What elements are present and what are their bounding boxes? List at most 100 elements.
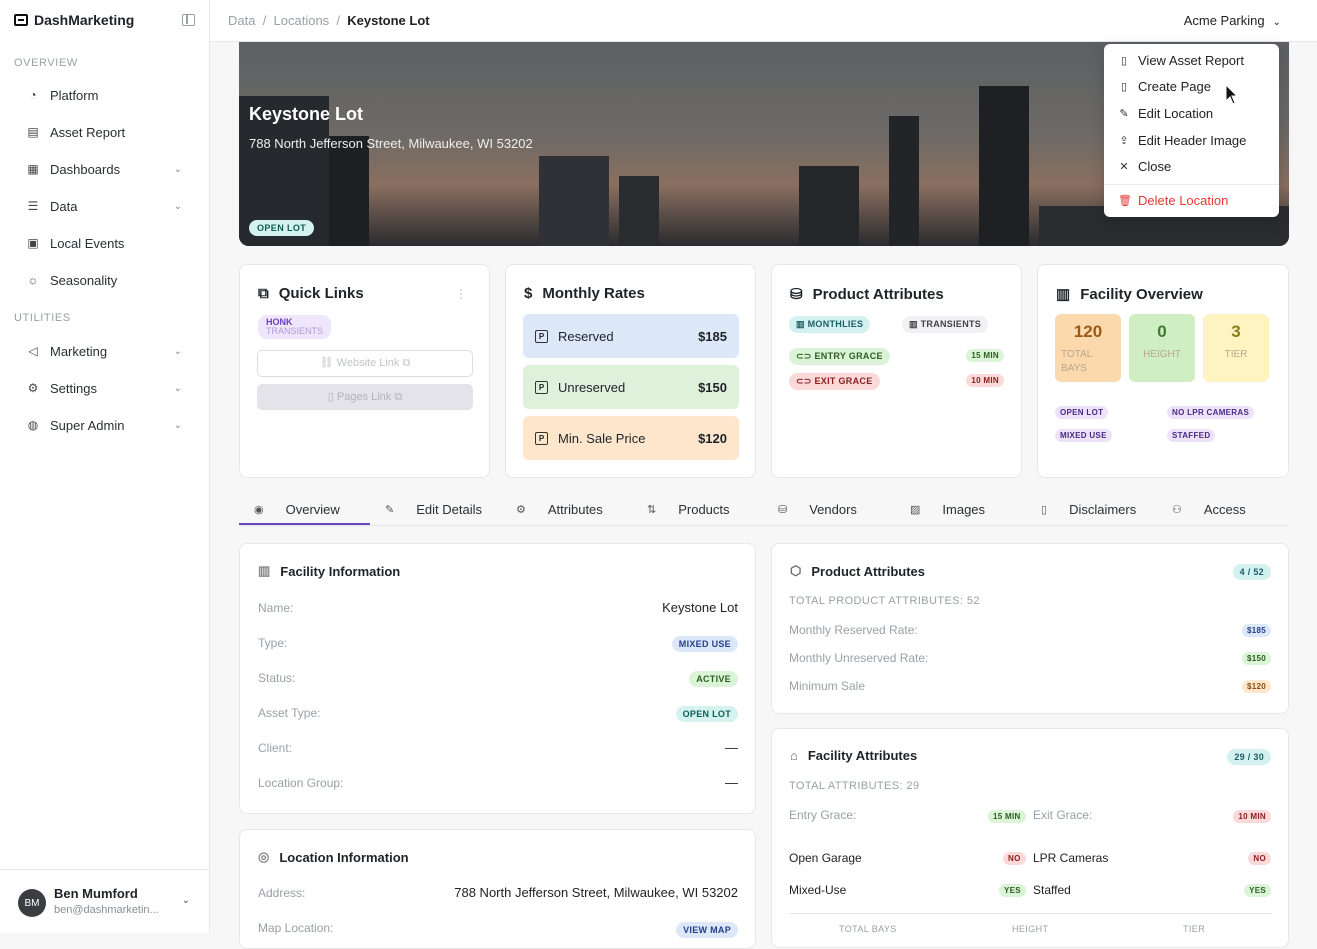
pages-link-button[interactable]: ▯ Pages Link ⧉ bbox=[257, 384, 473, 410]
sidebar-item-local-events[interactable]: ▣ Local Events bbox=[14, 227, 196, 259]
menu-item-edit-location[interactable]: ✎ Edit Location bbox=[1118, 106, 1213, 121]
users-icon: ⚇ bbox=[1172, 504, 1182, 516]
tag-no-lpr: NO LPR CAMERAS bbox=[1167, 406, 1255, 419]
megaphone-icon: ◁ bbox=[28, 344, 38, 358]
menu-item-create-page[interactable]: ▯ Create Page bbox=[1118, 79, 1211, 94]
chevron-down-icon: ⌄ bbox=[1272, 17, 1281, 28]
sidebar-item-settings[interactable]: ⚙ Settings ⌄ bbox=[14, 372, 196, 404]
field-label: Client: bbox=[258, 741, 293, 755]
honk-tag[interactable]: HONK TRANSIENTS bbox=[258, 315, 332, 339]
card-title-text: Facility Overview bbox=[1080, 285, 1203, 303]
sidebar-item-label: Dashboards bbox=[50, 161, 121, 177]
tab-images[interactable]: ▨ Images bbox=[910, 502, 985, 517]
menu-item-delete-location[interactable]: 🗑 Delete Location bbox=[1118, 193, 1228, 208]
dollar-icon: $ bbox=[524, 285, 533, 302]
location-address: 788 North Jefferson Street, Milwaukee, W… bbox=[249, 136, 533, 151]
sidebar-item-seasonality[interactable]: ☼ Seasonality bbox=[14, 264, 196, 296]
sun-icon: ☼ bbox=[27, 273, 39, 287]
product-attributes-card: ⛁ Product Attributes ▥ MONTHLIES ▥ TRANSI… bbox=[771, 264, 1022, 478]
field-value-address: 788 North Jefferson Street, Milwaukee, W… bbox=[454, 885, 738, 900]
menu-divider bbox=[1104, 184, 1279, 185]
rate-unreserved: P Unreserved $150 bbox=[523, 365, 739, 409]
sidebar-item-label: Asset Report bbox=[50, 124, 126, 140]
sidebar-item-data[interactable]: ☰ Data ⌄ bbox=[14, 190, 196, 222]
building-icon: ⌂ bbox=[790, 748, 798, 763]
chevron-down-icon: ⌄ bbox=[173, 419, 182, 431]
tab-access[interactable]: ⚇ Access bbox=[1172, 502, 1246, 517]
attr-value: 15 MIN bbox=[988, 810, 1026, 823]
sidebar-item-asset-report[interactable]: ▤ Asset Report bbox=[14, 116, 196, 148]
menu-item-label: Delete Location bbox=[1138, 193, 1229, 208]
tab-label: Overview bbox=[285, 502, 340, 517]
attr-label: Minimum Sale bbox=[789, 679, 866, 693]
tab-edit-details[interactable]: ✎ Edit Details bbox=[385, 502, 482, 517]
active-tab-indicator bbox=[239, 523, 370, 525]
sidebar-item-marketing[interactable]: ◁ Marketing ⌄ bbox=[14, 335, 196, 367]
chevron-down-icon: ⌄ bbox=[173, 382, 182, 394]
panel-title: ⬡ Product Attributes bbox=[790, 563, 925, 579]
sidebar-item-label: Data bbox=[50, 198, 78, 214]
divider bbox=[789, 913, 1272, 914]
tag-label: TRANSIENTS bbox=[920, 319, 982, 329]
tab-bar: ◉ Overview ✎ Edit Details ⚙ Attributes ⇅ Pro… bbox=[239, 494, 1289, 526]
tab-vendors[interactable]: ⛁ Vendors bbox=[778, 502, 857, 517]
rate-value: $185 bbox=[698, 328, 727, 344]
attr-value: 10 MIN bbox=[1233, 810, 1271, 823]
attr-value: NO bbox=[1003, 852, 1026, 865]
tab-label: Edit Details bbox=[416, 502, 482, 517]
breadcrumb-locations[interactable]: Locations bbox=[274, 13, 330, 28]
tab-overview[interactable]: ◉ Overview bbox=[254, 502, 340, 517]
tab-products[interactable]: ⇅ Products bbox=[647, 502, 730, 517]
document-icon: ▯ bbox=[1041, 504, 1048, 516]
rate-label: Min. Sale Price bbox=[558, 430, 646, 446]
tab-attributes[interactable]: ⚙ Attributes bbox=[516, 502, 603, 517]
website-link-button[interactable]: ⛓ Website Link ⧉ bbox=[257, 350, 473, 377]
tag-label: MONTHLIES bbox=[807, 319, 864, 329]
field-label: Location Group: bbox=[258, 776, 344, 790]
logo-icon bbox=[14, 14, 28, 26]
org-switcher[interactable]: Acme Parking ⌄ bbox=[1184, 13, 1281, 28]
sidebar-item-platform[interactable]: ◔ Platform bbox=[14, 79, 196, 111]
more-icon[interactable]: ⋮ bbox=[455, 287, 467, 301]
image-icon: ▨ bbox=[910, 504, 921, 516]
field-label: Status: bbox=[258, 671, 296, 685]
file-chart-icon: ▯ bbox=[1120, 55, 1128, 67]
menu-item-close[interactable]: ✕ Close bbox=[1118, 159, 1171, 174]
chevron-down-icon: ⌄ bbox=[173, 345, 182, 357]
sidebar-item-label: Platform bbox=[50, 87, 99, 103]
tag-open-lot: OPEN LOT bbox=[1055, 406, 1109, 419]
field-value-name: Keystone Lot bbox=[662, 600, 738, 615]
brand[interactable]: DashMarketing bbox=[14, 12, 134, 28]
actions-menu: ▯ View Asset Report ▯ Create Page ✎ Edit Lo… bbox=[1104, 44, 1279, 217]
view-map-button[interactable]: VIEW MAP bbox=[676, 922, 738, 938]
type-badge: MIXED USE bbox=[671, 636, 738, 652]
field-label: Address: bbox=[258, 886, 306, 900]
attr-label: Mixed-Use bbox=[789, 883, 847, 897]
building-icon: ▥ bbox=[258, 563, 271, 578]
card-title: ⛁ Product Attributes bbox=[790, 285, 944, 304]
attr-label: Exit Grace: bbox=[1033, 808, 1093, 822]
location-information-panel: ◎ Location Information Address: 788 North… bbox=[239, 829, 756, 949]
parking-icon: P bbox=[535, 380, 548, 394]
tab-label: Images bbox=[942, 502, 986, 517]
card-title-text: Monthly Rates bbox=[542, 285, 645, 302]
button-label: Website Link bbox=[336, 357, 400, 369]
menu-item-edit-header-image[interactable]: ⇪ Edit Header Image bbox=[1118, 133, 1246, 148]
collapse-sidebar-icon[interactable] bbox=[182, 14, 195, 26]
menu-item-view-asset-report[interactable]: ▯ View Asset Report bbox=[1118, 53, 1244, 68]
sidebar-item-dashboards[interactable]: ▦ Dashboards ⌄ bbox=[14, 153, 196, 185]
menu-item-label: Close bbox=[1138, 159, 1172, 174]
monthly-rates-card: $ Monthly Rates P Reserved $185 P Unreserved… bbox=[505, 264, 756, 478]
breadcrumb-data[interactable]: Data bbox=[228, 13, 255, 28]
parking-icon: P bbox=[535, 329, 548, 343]
count-badge: 4 / 52 bbox=[1232, 564, 1271, 580]
status-badge: OPEN LOT bbox=[249, 220, 315, 236]
tab-disclaimers[interactable]: ▯ Disclaimers bbox=[1041, 502, 1136, 517]
file-icon: ▤ bbox=[27, 125, 39, 139]
gear-icon: ⚙ bbox=[516, 504, 526, 516]
panel-title: ◎ Location Information bbox=[258, 849, 409, 865]
tab-label: Vendors bbox=[809, 502, 857, 517]
sidebar-item-super-admin[interactable]: ◍ Super Admin ⌄ bbox=[14, 409, 196, 441]
count-badge: 29 / 30 bbox=[1227, 749, 1271, 765]
user-menu[interactable]: BM Ben Mumford ben@dashmarketin... ⌄ bbox=[0, 869, 210, 933]
